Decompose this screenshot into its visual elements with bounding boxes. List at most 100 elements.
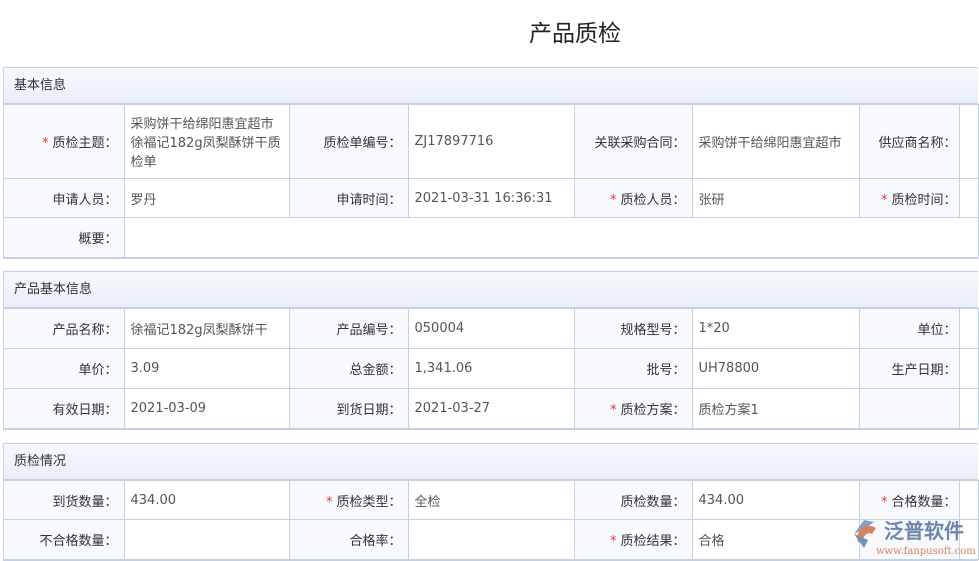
- field-label: 概要：: [4, 217, 125, 258]
- section: 质检情况 到货数量： 434.00 * 质检类型： 全检 质检数量： 434.00 * 合格数量：…: [3, 443, 979, 561]
- label-text: 申请人员：: [52, 192, 118, 208]
- section: 产品基本信息产品名称： 徐福记182g凤梨酥饼干 产品编号： 050004 规格型号： 1…: [3, 271, 979, 430]
- field-value[interactable]: [407, 519, 575, 560]
- field-label: 质检数量：: [573, 480, 693, 520]
- field-label: 单价：: [4, 348, 125, 389]
- label-text: 质检人员：: [620, 192, 686, 208]
- field-label: 有效日期：: [4, 388, 125, 429]
- required-mark: *: [41, 136, 49, 151]
- required-mark: *: [609, 534, 617, 549]
- field-value[interactable]: 全检: [407, 480, 575, 520]
- field-label: 申请人员：: [4, 178, 125, 218]
- section-header: 质检情况: [4, 444, 978, 480]
- field-value[interactable]: 2021-03-31 16:36:31: [407, 178, 575, 218]
- field-value[interactable]: ZJ17897716: [407, 104, 575, 179]
- label-text: 不合格数量：: [39, 534, 118, 549]
- fanpusoft-logo: 泛普软件 www.fanpusoft.com: [854, 519, 976, 557]
- field-value[interactable]: [123, 519, 290, 560]
- label-text: 单位：: [917, 323, 957, 338]
- label-text: 质检结果：: [620, 534, 686, 549]
- field-value[interactable]: 050004: [407, 308, 575, 349]
- label-text: 规格型号：: [620, 323, 686, 338]
- label-text: 合格率：: [349, 534, 402, 549]
- label-text: 概要：: [78, 232, 118, 247]
- section-header: 产品基本信息: [4, 272, 978, 308]
- field-label: [858, 388, 960, 429]
- field-value[interactable]: 2021-03-09: [123, 388, 290, 429]
- field-label: * 质检主题：: [4, 104, 125, 179]
- form-row: * 质检主题： 采购饼干给绵阳惠宜超市徐福记182g凤梨酥饼干质检单 质检单编号： ZJ…: [4, 104, 979, 179]
- field-label: 关联采购合同：: [573, 104, 693, 179]
- form-row: 产品名称： 徐福记182g凤梨酥饼干 产品编号： 050004 规格型号： 1*20 单位：: [4, 308, 979, 349]
- label-text: 单价：: [78, 363, 118, 378]
- field-label: 批号：: [573, 348, 693, 389]
- label-text: 有效日期：: [52, 403, 118, 418]
- required-mark: *: [609, 403, 617, 418]
- form-row: 单价： 3.09 总金额： 1,341.06 批号： UH78800 生产日期：: [4, 348, 979, 389]
- label-text: 供应商名称：: [878, 136, 957, 151]
- field-value[interactable]: 采购饼干给绵阳惠宜超市: [691, 104, 860, 179]
- field-label: 供应商名称：: [858, 104, 960, 179]
- page-title: 产品质检: [529, 21, 621, 47]
- section-header: 基本信息: [4, 68, 978, 104]
- field-value[interactable]: 罗丹: [123, 178, 290, 218]
- field-label: 到货数量：: [4, 480, 125, 520]
- label-text: 质检类型：: [336, 494, 402, 510]
- form-row: 概要：: [4, 217, 979, 258]
- label-text: 质检单编号：: [323, 136, 402, 151]
- field-label: 产品编号：: [288, 308, 409, 349]
- label-text: 到货数量：: [52, 494, 118, 510]
- field-label: 规格型号：: [573, 308, 693, 349]
- field-label: 总金额：: [288, 348, 409, 389]
- field-label: 生产日期：: [858, 348, 960, 389]
- required-mark: *: [880, 494, 888, 510]
- required-mark: *: [880, 192, 888, 208]
- field-value[interactable]: 采购饼干给绵阳惠宜超市徐福记182g凤梨酥饼干质检单: [123, 104, 290, 179]
- field-value[interactable]: 合格: [691, 519, 860, 560]
- field-value[interactable]: 2021-03-27: [407, 388, 575, 429]
- field-value[interactable]: 434.00: [691, 480, 860, 520]
- required-mark: *: [609, 192, 617, 208]
- label-text: 产品编号：: [336, 323, 402, 338]
- field-label: 产品名称：: [4, 308, 125, 349]
- label-text: 产品名称：: [52, 323, 118, 338]
- form-row: 不合格数量： 合格率： * 质检结果： 合格: [4, 519, 979, 560]
- form-row: 到货数量： 434.00 * 质检类型： 全检 质检数量： 434.00 * 合格数量：: [4, 480, 979, 520]
- label-text: 质检数量：: [620, 494, 686, 510]
- field-label: * 质检人员：: [573, 178, 693, 218]
- field-label: * 质检结果：: [573, 519, 693, 560]
- field-value[interactable]: [958, 388, 979, 429]
- field-value[interactable]: [958, 178, 979, 218]
- field-value[interactable]: 1*20: [691, 308, 860, 349]
- label-text: 批号：: [646, 363, 686, 378]
- form-row: 有效日期： 2021-03-09 到货日期： 2021-03-27 * 质检方案： 质检方案…: [4, 388, 979, 429]
- label-text: 关联采购合同：: [594, 136, 686, 151]
- field-label: 合格率：: [288, 519, 409, 560]
- field-value[interactable]: 434.00: [123, 480, 290, 520]
- section: 基本信息 * 质检主题： 采购饼干给绵阳惠宜超市徐福记182g凤梨酥饼干质检单 质检单编…: [3, 67, 979, 259]
- field-label: * 质检类型：: [288, 480, 409, 520]
- field-value[interactable]: UH78800: [691, 348, 860, 389]
- field-label: 不合格数量：: [4, 519, 125, 560]
- label-text: 申请时间：: [336, 192, 402, 208]
- field-value[interactable]: 1,341.06: [407, 348, 575, 389]
- field-label: 单位：: [858, 308, 960, 349]
- field-value[interactable]: [958, 104, 979, 179]
- required-mark: *: [325, 494, 333, 510]
- field-value[interactable]: [958, 348, 979, 389]
- field-value[interactable]: 3.09: [123, 348, 290, 389]
- field-label: * 质检时间：: [858, 178, 960, 218]
- label-text: 总金额：: [349, 363, 402, 378]
- field-value[interactable]: 徐福记182g凤梨酥饼干: [123, 308, 290, 349]
- label-text: 质检方案：: [620, 403, 686, 418]
- field-label: 到货日期：: [288, 388, 409, 429]
- label-text: 质检时间：: [891, 192, 957, 208]
- svg-text:www.fanpusoft.com: www.fanpusoft.com: [876, 546, 976, 557]
- field-value[interactable]: [123, 217, 979, 258]
- field-value[interactable]: 质检方案1: [691, 388, 860, 429]
- label-text: 合格数量：: [891, 494, 957, 510]
- field-label: * 质检方案：: [573, 388, 693, 429]
- field-value[interactable]: 张研: [691, 178, 860, 218]
- svg-text:泛普软件: 泛普软件: [884, 519, 964, 543]
- field-value[interactable]: [958, 308, 979, 349]
